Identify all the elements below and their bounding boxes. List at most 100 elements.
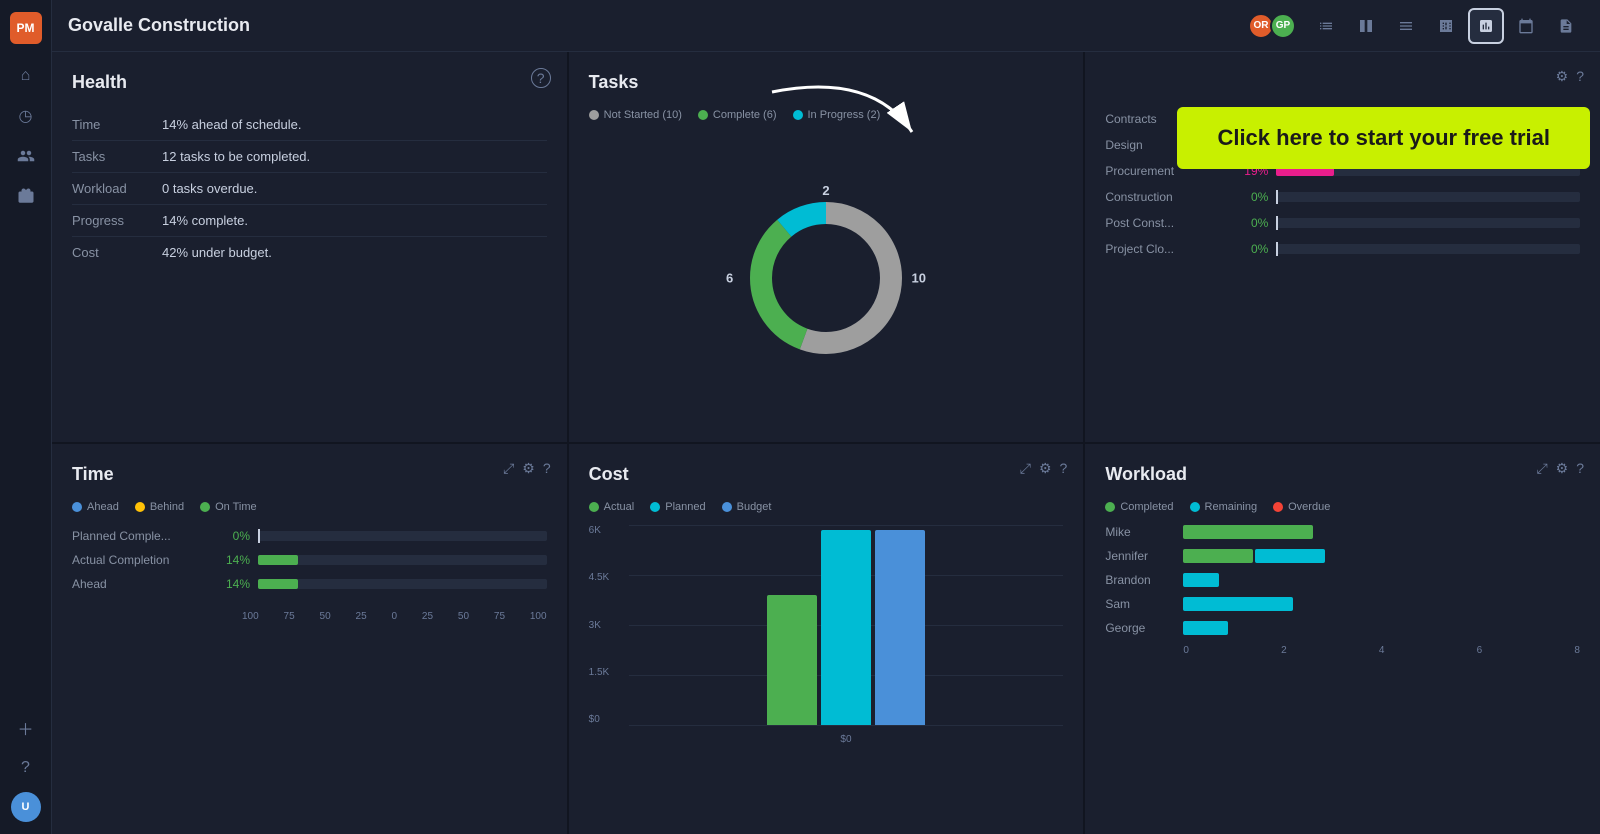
time-label-actual: Actual Completion: [72, 553, 202, 567]
planned-bar: [821, 530, 871, 725]
legend-in-progress: In Progress (2): [793, 109, 881, 121]
x-100r: 100: [530, 611, 547, 622]
ahead-label: Ahead: [87, 501, 119, 513]
sidebar-item-portfolio[interactable]: [10, 180, 42, 212]
calendar-view-button[interactable]: [1508, 8, 1544, 44]
app-logo[interactable]: PM: [10, 12, 42, 44]
y-45k: 4.5K: [589, 572, 624, 583]
sidebar-item-add[interactable]: ＋: [10, 712, 42, 744]
workload-x-axis: 0 2 4 6 8: [1105, 645, 1580, 656]
menu-view-button[interactable]: [1388, 8, 1424, 44]
wx-6: 6: [1477, 645, 1483, 656]
sidebar: PM ⌂ ◷ ＋ ? U: [0, 0, 52, 834]
y-6k: 6K: [589, 525, 624, 536]
health-value-cost: 42% under budget.: [162, 245, 272, 260]
x-50: 50: [320, 611, 331, 622]
brandon-remaining-bar: [1183, 573, 1219, 587]
doc-view-button[interactable]: [1548, 8, 1584, 44]
budget-label: Budget: [737, 501, 772, 513]
tasks-right-icons: ⚙ ?: [1556, 68, 1584, 85]
actual-dot: [589, 502, 599, 512]
list-view-button[interactable]: [1308, 8, 1344, 44]
budget-dot: [722, 502, 732, 512]
actual-label: Actual: [604, 501, 635, 513]
user-avatar[interactable]: U: [11, 792, 41, 822]
health-help-icon[interactable]: ?: [531, 68, 551, 88]
workload-row-sam: Sam: [1105, 597, 1580, 611]
expand-icon[interactable]: ⤢: [1536, 460, 1547, 477]
help-icon[interactable]: ?: [543, 460, 551, 477]
legend-remaining: Remaining: [1190, 501, 1258, 513]
time-pct-planned: 0%: [210, 529, 250, 543]
legend-budget: Budget: [722, 501, 772, 513]
cost-legend: Actual Planned Budget: [589, 501, 1064, 513]
expand-icon[interactable]: ⤢: [503, 460, 514, 477]
time-row-actual: Actual Completion 14%: [72, 553, 547, 567]
workload-row-jennifer: Jennifer: [1105, 549, 1580, 563]
time-fill-ahead: [258, 579, 298, 589]
sidebar-item-people[interactable]: [10, 140, 42, 172]
columns-view-button[interactable]: [1348, 8, 1384, 44]
wx-8: 8: [1574, 645, 1580, 656]
x-100: 100: [242, 611, 259, 622]
time-panel: Time ⤢ ⚙ ? Ahead Behind On Time: [52, 444, 567, 834]
free-trial-banner[interactable]: Click here to start your free trial: [1177, 107, 1590, 169]
help-icon[interactable]: ?: [1060, 460, 1068, 477]
time-fill-actual: [258, 555, 298, 565]
help-icon[interactable]: ?: [1576, 68, 1584, 85]
budget-bar: [875, 530, 925, 725]
progress-track-post-const: [1276, 218, 1580, 228]
workload-name-george: George: [1105, 621, 1175, 635]
time-icons: ⤢ ⚙ ?: [503, 460, 551, 477]
topbar: Govalle Construction OR GP: [52, 0, 1600, 52]
overdue-label: Overdue: [1288, 501, 1330, 513]
cost-icons: ⤢ ⚙ ?: [1020, 460, 1068, 477]
mike-completed-bar: [1183, 525, 1313, 539]
remaining-label: Remaining: [1205, 501, 1258, 513]
health-row-progress: Progress 14% complete.: [72, 205, 547, 237]
on-time-dot: [200, 502, 210, 512]
sidebar-item-time[interactable]: ◷: [10, 100, 42, 132]
jennifer-remaining-bar: [1255, 549, 1325, 563]
legend-completed: Completed: [1105, 501, 1173, 513]
h-line-5: [629, 725, 1064, 726]
time-bars: Planned Comple... 0% Actual Completion 1…: [72, 529, 547, 591]
workload-title: Workload: [1105, 464, 1580, 485]
health-value-workload: 0 tasks overdue.: [162, 181, 257, 196]
workload-row-mike: Mike: [1105, 525, 1580, 539]
donut-label-left: 6: [726, 270, 733, 285]
behind-label: Behind: [150, 501, 184, 513]
cost-x-label: $0: [629, 734, 1064, 745]
time-title: Time: [72, 464, 547, 485]
expand-icon[interactable]: ⤢: [1020, 460, 1031, 477]
settings-icon[interactable]: ⚙: [1556, 460, 1569, 477]
workload-bars-sam: [1183, 597, 1580, 611]
time-label-planned: Planned Comple...: [72, 529, 202, 543]
tick-planned: [258, 529, 260, 543]
main-content: Govalle Construction OR GP: [52, 0, 1600, 834]
time-pct-actual: 14%: [210, 553, 250, 567]
table-view-button[interactable]: [1428, 8, 1464, 44]
settings-icon[interactable]: ⚙: [1039, 460, 1052, 477]
settings-icon[interactable]: ⚙: [1556, 68, 1569, 85]
health-panel: Health ? Time 14% ahead of schedule. Tas…: [52, 52, 567, 442]
avatar-gp[interactable]: GP: [1270, 13, 1296, 39]
dashboard: Click here to start your free trial Heal…: [52, 52, 1600, 834]
jennifer-completed-bar: [1183, 549, 1253, 563]
x-75r: 75: [494, 611, 505, 622]
legend-on-time: On Time: [200, 501, 257, 513]
sidebar-item-help[interactable]: ?: [10, 752, 42, 784]
in-progress-dot: [793, 110, 803, 120]
tick-construction: [1276, 190, 1278, 204]
x-25: 25: [356, 611, 367, 622]
health-label-workload: Workload: [72, 181, 162, 196]
help-icon[interactable]: ?: [1576, 460, 1584, 477]
x-50r: 50: [458, 611, 469, 622]
chart-view-button[interactable]: [1468, 8, 1504, 44]
progress-pct-construction: 0%: [1223, 190, 1268, 204]
sidebar-item-home[interactable]: ⌂: [10, 60, 42, 92]
legend-overdue: Overdue: [1273, 501, 1330, 513]
settings-icon[interactable]: ⚙: [522, 460, 535, 477]
health-value-tasks: 12 tasks to be completed.: [162, 149, 310, 164]
progress-label-post-const: Post Const...: [1105, 216, 1215, 230]
